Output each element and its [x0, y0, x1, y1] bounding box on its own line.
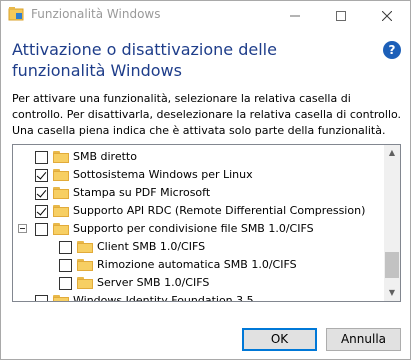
feature-row[interactable]: Stampa su PDF Microsoft	[13, 184, 385, 202]
feature-row[interactable]: Windows Identity Foundation 3.5	[13, 292, 385, 301]
cancel-button[interactable]: Annulla	[326, 328, 401, 351]
feature-row[interactable]: SMB diretto	[13, 148, 385, 166]
windows-features-icon	[8, 7, 24, 21]
close-button[interactable]	[364, 1, 410, 30]
folder-icon	[77, 241, 93, 253]
scroll-up-icon[interactable]: ▲	[384, 145, 400, 161]
feature-checkbox[interactable]	[59, 277, 72, 290]
feature-checkbox[interactable]	[35, 223, 48, 236]
folder-icon	[77, 259, 93, 271]
folder-icon	[53, 223, 69, 235]
minimize-button[interactable]	[272, 1, 318, 30]
feature-label: Stampa su PDF Microsoft	[73, 186, 211, 199]
feature-label: Client SMB 1.0/CIFS	[97, 240, 206, 253]
feature-label: Windows Identity Foundation 3.5	[73, 294, 254, 301]
ok-button[interactable]: OK	[242, 328, 317, 351]
feature-row[interactable]: Supporto per condivisione file SMB 1.0/C…	[13, 220, 385, 238]
folder-icon	[53, 151, 69, 163]
feature-checkbox[interactable]	[35, 187, 48, 200]
help-icon[interactable]: ?	[383, 41, 401, 59]
feature-checkbox[interactable]	[35, 151, 48, 164]
folder-icon	[53, 295, 69, 301]
maximize-button[interactable]	[318, 1, 364, 30]
window-title: Funzionalità Windows	[31, 7, 161, 21]
feature-label: Supporto per condivisione file SMB 1.0/C…	[73, 222, 314, 235]
dialog-heading: Attivazione o disattivazione delle funzi…	[12, 40, 277, 80]
collapse-toggle[interactable]	[18, 224, 27, 233]
feature-checkbox[interactable]	[35, 295, 48, 301]
feature-label: SMB diretto	[73, 150, 137, 163]
instructions-text: Per attivare una funzionalità, seleziona…	[12, 92, 402, 137]
feature-checkbox[interactable]	[59, 259, 72, 272]
feature-checkbox[interactable]	[35, 205, 48, 218]
folder-icon	[77, 277, 93, 289]
close-icon	[382, 10, 392, 21]
scroll-thumb[interactable]	[385, 252, 399, 278]
feature-row[interactable]: Supporto API RDC (Remote Differential Co…	[13, 202, 385, 220]
features-tree[interactable]: SMB diretto Sottosistema Windows per Lin…	[12, 144, 401, 302]
feature-checkbox[interactable]	[35, 169, 48, 182]
title-bar[interactable]: Funzionalità Windows	[1, 1, 410, 30]
minimize-icon	[290, 15, 300, 16]
folder-icon	[53, 205, 69, 217]
feature-label: Server SMB 1.0/CIFS	[97, 276, 210, 289]
maximize-icon	[336, 10, 346, 21]
folder-icon	[53, 187, 69, 199]
feature-row[interactable]: Server SMB 1.0/CIFS	[13, 274, 385, 292]
tree-scrollbar[interactable]: ▲ ▼	[384, 145, 400, 301]
feature-label: Supporto API RDC (Remote Differential Co…	[73, 204, 366, 217]
feature-label: Rimozione automatica SMB 1.0/CIFS	[97, 258, 297, 271]
features-dialog: Funzionalità Windows Attivazione o disat…	[0, 0, 411, 360]
feature-row[interactable]: Client SMB 1.0/CIFS	[13, 238, 385, 256]
feature-label: Sottosistema Windows per Linux	[73, 168, 253, 181]
folder-icon	[53, 169, 69, 181]
scroll-down-icon[interactable]: ▼	[384, 285, 400, 301]
feature-row[interactable]: Sottosistema Windows per Linux	[13, 166, 385, 184]
feature-row[interactable]: Rimozione automatica SMB 1.0/CIFS	[13, 256, 385, 274]
feature-checkbox[interactable]	[59, 241, 72, 254]
